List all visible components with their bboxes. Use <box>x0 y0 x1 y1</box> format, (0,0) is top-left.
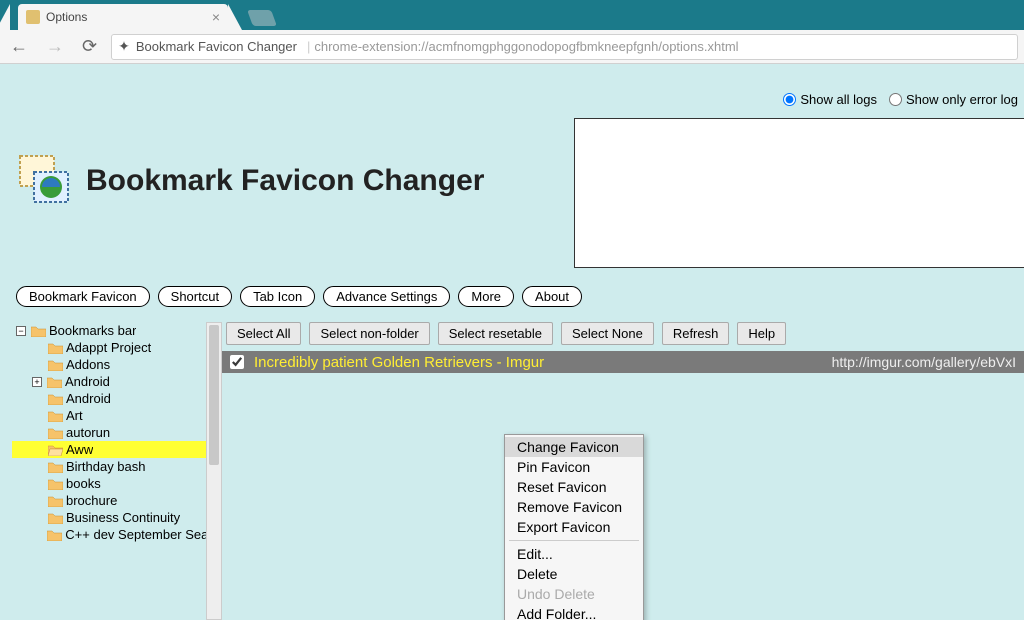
main-tab-bar: Bookmark Favicon Shortcut Tab Icon Advance … <box>16 286 582 307</box>
address-name: Bookmark Favicon Changer <box>136 39 297 54</box>
menu-item-edit[interactable]: Edit... <box>505 544 643 564</box>
expander-icon[interactable]: + <box>32 377 42 387</box>
folder-icon <box>48 359 63 371</box>
tree-item-label: Bookmarks bar <box>49 323 136 338</box>
tree-item[interactable]: Addons <box>12 356 222 373</box>
main-tab-about[interactable]: About <box>522 286 582 307</box>
app-logo-icon <box>18 154 72 208</box>
browser-titlebar: Options × <box>0 0 1024 30</box>
folder-icon <box>48 478 63 490</box>
bookmark-row-title: Incredibly patient Golden Retrievers - I… <box>254 354 544 371</box>
tab-title: Options <box>46 10 87 24</box>
folder-icon <box>48 410 63 422</box>
bookmark-row-checkbox[interactable] <box>230 355 244 369</box>
main-tab-tab-icon[interactable]: Tab Icon <box>240 286 315 307</box>
tree-item[interactable]: autorun <box>12 424 222 441</box>
menu-item-remove-favicon[interactable]: Remove Favicon <box>505 497 643 517</box>
page-header: Bookmark Favicon Changer <box>18 154 484 208</box>
new-tab-button[interactable] <box>247 10 277 26</box>
tab-close-icon[interactable]: × <box>212 9 220 25</box>
menu-item-change-favicon[interactable]: Change Favicon <box>505 437 643 457</box>
page-content: Show all logs Show only error log Bookma… <box>0 64 1024 620</box>
main-tab-advance-settings[interactable]: Advance Settings <box>323 286 450 307</box>
folder-icon <box>31 325 46 337</box>
expander-icon[interactable]: − <box>16 326 26 336</box>
back-button[interactable]: ← <box>6 36 32 57</box>
browser-toolbar: ← → ⟳ ✦ Bookmark Favicon Changer | chrom… <box>0 30 1024 64</box>
folder-icon <box>48 342 63 354</box>
folder-icon <box>48 444 63 456</box>
bookmark-row-url: http://imgur.com/gallery/ebVxI <box>832 354 1016 370</box>
tree-item[interactable]: C++ dev September Search <box>12 526 222 543</box>
address-bar[interactable]: ✦ Bookmark Favicon Changer | chrome-exte… <box>111 34 1018 60</box>
forward-button[interactable]: → <box>42 36 68 57</box>
action-button-row: Select All Select non-folder Select reseta… <box>222 320 1024 351</box>
extension-icon: ✦ <box>118 38 130 55</box>
folder-icon <box>47 529 62 541</box>
tree-root-node[interactable]: − Bookmarks bar <box>12 322 222 339</box>
scrollbar-thumb[interactable] <box>209 325 219 465</box>
tree-item[interactable]: Android <box>12 390 222 407</box>
show-all-logs-radio[interactable]: Show all logs <box>783 92 877 107</box>
context-menu[interactable]: Change FaviconPin FaviconReset FaviconRe… <box>504 434 644 620</box>
menu-item-pin-favicon[interactable]: Pin Favicon <box>505 457 643 477</box>
tab-favicon-icon <box>26 10 40 24</box>
bookmark-tree[interactable]: − Bookmarks bar Adappt Project Addons + Andro… <box>12 316 222 620</box>
tree-item-label: books <box>66 476 101 491</box>
show-error-logs-radio[interactable]: Show only error log <box>889 92 1018 107</box>
folder-icon <box>48 461 63 473</box>
menu-item-delete[interactable]: Delete <box>505 564 643 584</box>
tree-item-label: C++ dev September Search <box>65 527 222 542</box>
menu-item-reset-favicon[interactable]: Reset Favicon <box>505 477 643 497</box>
tree-item-label: autorun <box>66 425 110 440</box>
tree-item-label: Birthday bash <box>66 459 146 474</box>
tree-scrollbar[interactable] <box>206 322 222 620</box>
tree-item[interactable]: Aww <box>12 441 222 458</box>
folder-icon <box>48 495 63 507</box>
tree-item-label: Art <box>66 408 83 423</box>
folder-icon <box>48 512 63 524</box>
browser-tab[interactable]: Options × <box>18 4 228 30</box>
log-filter-group: Show all logs Show only error log <box>783 92 1018 107</box>
help-button[interactable]: Help <box>737 322 786 345</box>
folder-icon <box>48 393 63 405</box>
select-all-button[interactable]: Select All <box>226 322 301 345</box>
menu-item-export-favicon[interactable]: Export Favicon <box>505 517 643 537</box>
refresh-button[interactable]: Refresh <box>662 322 730 345</box>
tree-item[interactable]: Art <box>12 407 222 424</box>
select-resetable-button[interactable]: Select resetable <box>438 322 553 345</box>
select-non-folder-button[interactable]: Select non-folder <box>309 322 429 345</box>
menu-item-undo-delete: Undo Delete <box>505 584 643 604</box>
tree-item-label: Android <box>66 391 111 406</box>
main-tab-shortcut[interactable]: Shortcut <box>158 286 232 307</box>
main-tab-more[interactable]: More <box>458 286 514 307</box>
bookmark-row[interactable]: Incredibly patient Golden Retrievers - I… <box>222 351 1024 373</box>
tree-item[interactable]: Adappt Project <box>12 339 222 356</box>
folder-icon <box>48 427 63 439</box>
tree-item-label: Aww <box>66 442 93 457</box>
tree-item-label: Addons <box>66 357 110 372</box>
log-preview-panel <box>574 118 1024 268</box>
tree-item[interactable]: + Android <box>12 373 222 390</box>
tree-item-label: Android <box>65 374 110 389</box>
tree-item-label: Business Continuity <box>66 510 180 525</box>
select-none-button[interactable]: Select None <box>561 322 654 345</box>
tree-item[interactable]: Business Continuity <box>12 509 222 526</box>
tree-item[interactable]: brochure <box>12 492 222 509</box>
tree-item-label: Adappt Project <box>66 340 151 355</box>
tree-item[interactable]: books <box>12 475 222 492</box>
tree-item[interactable]: Birthday bash <box>12 458 222 475</box>
tree-item-label: brochure <box>66 493 117 508</box>
page-title: Bookmark Favicon Changer <box>86 164 484 198</box>
address-url: chrome-extension://acmfnomgphggonodopogf… <box>314 39 738 54</box>
folder-icon <box>47 376 62 388</box>
reload-button[interactable]: ⟳ <box>78 36 101 57</box>
menu-item-add-folder[interactable]: Add Folder... <box>505 604 643 620</box>
main-tab-bookmark-favicon[interactable]: Bookmark Favicon <box>16 286 150 307</box>
